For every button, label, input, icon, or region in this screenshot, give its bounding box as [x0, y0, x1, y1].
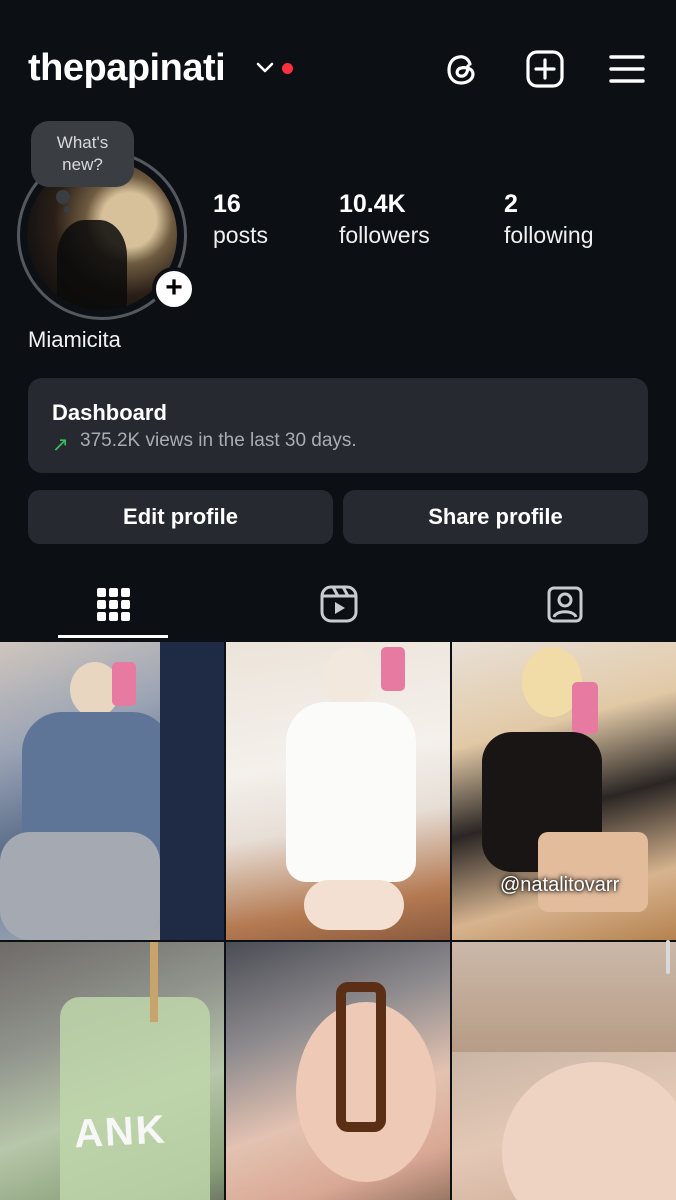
grid-post[interactable] [226, 942, 450, 1200]
chevron-down-icon[interactable] [255, 58, 275, 78]
posts-value: 16 [213, 190, 241, 218]
note-text-line2: new? [62, 155, 103, 174]
tab-posts-grid[interactable] [0, 575, 225, 641]
grid-post[interactable] [0, 642, 224, 940]
posts-count[interactable]: 16 posts [213, 188, 268, 250]
following-value: 2 [504, 190, 518, 218]
grid-post[interactable]: ANK [0, 942, 224, 1200]
dashboard-title: Dashboard [52, 400, 167, 425]
content-tabs [0, 575, 676, 641]
scrollbar[interactable] [666, 940, 670, 974]
grid-post[interactable]: @natalitovarr [452, 642, 676, 940]
active-tab-indicator [58, 635, 168, 638]
create-post-icon[interactable] [524, 48, 566, 90]
note-bubble[interactable]: What's new? [31, 121, 134, 187]
cup-print-text: ANK [72, 1107, 168, 1157]
note-bubble-tail [56, 190, 70, 204]
followers-value: 10.4K [339, 190, 406, 218]
share-profile-button[interactable]: Share profile [343, 490, 648, 544]
note-text-line1: What's [56, 133, 109, 152]
following-count[interactable]: 2 following [504, 188, 594, 250]
tab-tagged[interactable] [452, 575, 676, 641]
username-switcher[interactable]: thepapinati [28, 47, 226, 90]
grid-post[interactable] [452, 942, 676, 1200]
reels-icon [319, 584, 359, 641]
grid-icon [93, 584, 133, 641]
followers-count[interactable]: 10.4K followers [339, 188, 430, 250]
tagged-icon [545, 584, 585, 641]
add-story-icon[interactable]: + [152, 267, 196, 311]
dashboard-subtitle: 375.2K views in the last 30 days. [80, 430, 357, 451]
trend-up-icon: ↗ [52, 434, 69, 456]
posts-grid: @natalitovarr ANK [0, 642, 676, 1200]
professional-dashboard-card[interactable]: Dashboard ↗ 375.2K views in the last 30 … [28, 378, 648, 473]
followers-label: followers [339, 222, 430, 248]
menu-icon[interactable] [606, 48, 648, 90]
grid-post[interactable] [226, 642, 450, 940]
tab-reels[interactable] [226, 575, 451, 641]
note-bubble-tail [64, 206, 71, 213]
profile-header: thepapinati [0, 0, 676, 140]
posts-label: posts [213, 222, 268, 248]
following-label: following [504, 222, 594, 248]
edit-profile-button[interactable]: Edit profile [28, 490, 333, 544]
notification-dot [282, 63, 293, 74]
threads-icon[interactable] [441, 48, 483, 90]
watermark-text: @natalitovarr [500, 874, 620, 896]
display-name: Miamicita [28, 327, 121, 352]
